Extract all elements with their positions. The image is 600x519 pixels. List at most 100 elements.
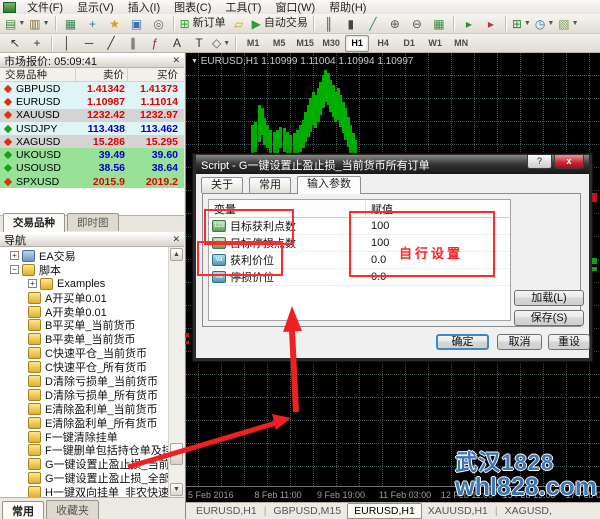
- tree-item-8[interactable]: C快速平仓_所有货币: [0, 360, 168, 374]
- new-order-button[interactable]: ⊞新订单: [179, 14, 227, 33]
- timeframe-m5[interactable]: M5: [267, 35, 291, 52]
- vertical-line-icon[interactable]: │: [57, 34, 77, 53]
- chart-tab-2[interactable]: EURUSD,H1: [347, 503, 422, 519]
- chart-tab-4[interactable]: XAGUSD,: [499, 504, 558, 518]
- shapes-icon[interactable]: ◇▼: [211, 34, 231, 53]
- ok-button[interactable]: 确定: [436, 334, 489, 350]
- tree-item-2[interactable]: +Examples: [0, 277, 168, 291]
- reset-button[interactable]: 重设: [548, 334, 590, 350]
- scroll-down-icon[interactable]: ▼: [170, 483, 183, 496]
- market-watch-row-usousd[interactable]: USOUSD38.5638.64: [0, 162, 184, 175]
- timeframe-h1[interactable]: H1: [345, 35, 369, 52]
- market-watch-row-usdjpy[interactable]: USDJPY113.438113.462: [0, 122, 184, 135]
- tree-item-3[interactable]: A开买单0.01: [0, 291, 168, 305]
- chart-tab-0[interactable]: EURUSD,H1: [190, 504, 263, 518]
- save-button[interactable]: 保存(S): [514, 310, 584, 326]
- candle-chart-icon[interactable]: ▮: [341, 14, 361, 33]
- horizontal-line-icon[interactable]: ─: [79, 34, 99, 53]
- tab-inputs[interactable]: 输入参数: [297, 176, 361, 194]
- chevron-down-icon[interactable]: ▼: [191, 58, 198, 65]
- zoom-out-icon[interactable]: ⊖: [407, 14, 427, 33]
- market-watch-row-ukousd[interactable]: UKOUSD39.4939.60: [0, 148, 184, 161]
- tree-item-14[interactable]: F一键删单包括持仓单及挂单: [0, 443, 168, 457]
- line-chart-icon[interactable]: ╱: [363, 14, 383, 33]
- tree-item-15[interactable]: G一键设置止盈止损_当前货币所有: [0, 457, 168, 471]
- expand-icon[interactable]: −: [10, 265, 19, 274]
- dropdown-arrow-icon[interactable]: ▼: [572, 20, 579, 27]
- cursor-icon[interactable]: ↖: [5, 34, 25, 53]
- tree-item-16[interactable]: G一键设置止盈止损_全部货币所有: [0, 471, 168, 485]
- dropdown-arrow-icon[interactable]: ▼: [223, 40, 230, 47]
- timeframe-m1[interactable]: M1: [241, 35, 265, 52]
- close-icon[interactable]: ✕: [172, 56, 180, 65]
- market-watch-row-gbpusd[interactable]: GBPUSD1.413421.41373: [0, 82, 184, 95]
- load-button[interactable]: 加载(L): [514, 290, 584, 306]
- timeframe-d1[interactable]: D1: [397, 35, 421, 52]
- chart-tab-1[interactable]: GBPUSD,M15: [267, 504, 347, 518]
- timeframe-mn[interactable]: MN: [449, 35, 473, 52]
- auto-trading-button[interactable]: ▶自动交易: [251, 14, 309, 33]
- templates-icon[interactable]: ▧▼: [557, 14, 579, 33]
- tab-common[interactable]: 常用: [249, 177, 291, 193]
- timeframe-h4[interactable]: H4: [371, 35, 395, 52]
- navigator-tab-1[interactable]: 收藏夹: [46, 500, 99, 519]
- text-icon[interactable]: A: [167, 34, 187, 53]
- tile-windows-icon[interactable]: ▦: [429, 14, 449, 33]
- label-icon[interactable]: T: [189, 34, 209, 53]
- market-watch-row-eurusd[interactable]: EURUSD1.109871.11014: [0, 95, 184, 108]
- terminal-icon[interactable]: ▣: [127, 14, 147, 33]
- tree-item-5[interactable]: B平买单_当前货币: [0, 318, 168, 332]
- timeframe-m30[interactable]: M30: [319, 35, 343, 52]
- navigator-icon[interactable]: ★: [105, 14, 125, 33]
- menu-item-5[interactable]: 窗口(W): [268, 2, 322, 14]
- auto-scroll-icon[interactable]: ▸: [459, 14, 479, 33]
- crosshair-icon[interactable]: +: [27, 34, 47, 53]
- market-watch-row-spxusd[interactable]: SPXUSD2015.92019.2: [0, 175, 184, 188]
- dropdown-arrow-icon[interactable]: ▼: [43, 20, 50, 27]
- chart-tab-3[interactable]: XAUUSD,H1: [422, 504, 494, 518]
- dialog-title-bar[interactable]: Script - G一键设置止盈止损_当前货币所有订单 ? x: [196, 155, 589, 174]
- tree-item-10[interactable]: D清除亏损单_所有货币: [0, 388, 168, 402]
- close-button[interactable]: x: [554, 155, 584, 169]
- trendline-icon[interactable]: ╱: [101, 34, 121, 53]
- data-window-icon[interactable]: +: [83, 14, 103, 33]
- scroll-thumb[interactable]: [170, 443, 183, 465]
- tree-item-12[interactable]: E清除盈利单_所有货币: [0, 416, 168, 430]
- scroll-up-icon[interactable]: ▲: [170, 248, 183, 261]
- expand-icon[interactable]: +: [10, 251, 19, 260]
- profiles-icon[interactable]: ▥▼: [28, 14, 50, 33]
- indicators-icon[interactable]: ⊞▼: [511, 14, 532, 33]
- scripts-icon[interactable]: ▱: [229, 14, 249, 33]
- chart-shift-icon[interactable]: ▸: [481, 14, 501, 33]
- channel-icon[interactable]: ∥: [123, 34, 143, 53]
- menu-item-2[interactable]: 插入(I): [121, 2, 167, 14]
- dropdown-arrow-icon[interactable]: ▼: [547, 20, 554, 27]
- tree-item-6[interactable]: B平卖单_当前货币: [0, 332, 168, 346]
- tree-item-13[interactable]: F一键清除挂单: [0, 430, 168, 444]
- close-icon[interactable]: ✕: [172, 235, 180, 244]
- dropdown-arrow-icon[interactable]: ▼: [18, 20, 25, 27]
- tree-item-11[interactable]: E清除盈利单_当前货币: [0, 402, 168, 416]
- periods-icon[interactable]: ◷▼: [534, 14, 555, 33]
- fibonacci-icon[interactable]: ƒ: [145, 34, 165, 53]
- menu-item-6[interactable]: 帮助(H): [322, 2, 373, 14]
- tree-item-7[interactable]: C快速平仓_当前货币: [0, 346, 168, 360]
- tree-item-0[interactable]: +EA交易: [0, 249, 168, 263]
- market-watch-row-xauusd[interactable]: XAUUSD1232.421232.97: [0, 109, 184, 122]
- market-watch-tab-0[interactable]: 交易品种: [3, 213, 65, 232]
- strategy-tester-icon[interactable]: ◎: [149, 14, 169, 33]
- navigator-tab-0[interactable]: 常用: [2, 501, 44, 519]
- tree-item-1[interactable]: −脚本: [0, 263, 168, 277]
- market-watch-icon[interactable]: ▦: [61, 14, 81, 33]
- menu-item-4[interactable]: 工具(T): [218, 2, 268, 14]
- tree-item-4[interactable]: A开卖单0.01: [0, 305, 168, 319]
- timeframe-w1[interactable]: W1: [423, 35, 447, 52]
- timeframe-m15[interactable]: M15: [293, 35, 317, 52]
- new-chart-icon[interactable]: ▤▼: [4, 14, 26, 33]
- bar-chart-icon[interactable]: ║: [319, 14, 339, 33]
- expand-icon[interactable]: +: [28, 279, 37, 288]
- menu-item-3[interactable]: 图表(C): [167, 2, 218, 14]
- menu-item-1[interactable]: 显示(V): [70, 2, 121, 14]
- tab-about[interactable]: 关于: [201, 177, 243, 193]
- navigator-scrollbar[interactable]: ▲ ▼: [168, 247, 184, 497]
